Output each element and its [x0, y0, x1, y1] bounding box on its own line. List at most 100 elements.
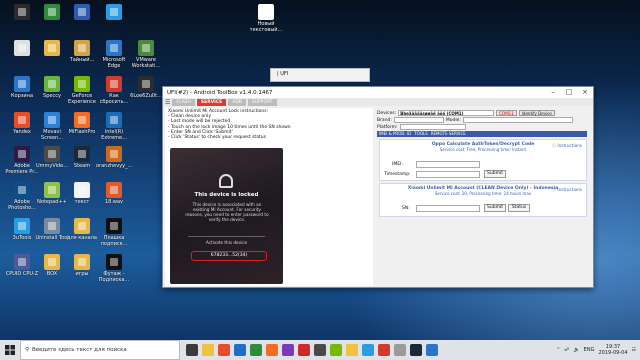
- status-button[interactable]: Status: [508, 204, 530, 212]
- taskbar-app-icon[interactable]: [410, 344, 422, 356]
- notifications-icon[interactable]: ☷: [632, 347, 636, 353]
- brand-select[interactable]: [393, 117, 444, 123]
- desktop-icon[interactable]: Как сбросить...: [96, 76, 132, 105]
- taskbar-app-icon[interactable]: [282, 344, 294, 356]
- subtab-remote-service[interactable]: REMOTE SERVICE: [431, 131, 466, 137]
- app-icon: [106, 146, 122, 162]
- desktop-icon[interactable]: Тайный...: [64, 40, 100, 63]
- identify-device-button[interactable]: Identify Device: [518, 110, 555, 116]
- clock[interactable]: 19:37 2019-09-04: [598, 344, 627, 356]
- desktop-icon[interactable]: 18.wav: [96, 182, 132, 205]
- app-icon: [74, 254, 90, 270]
- taskbar-app-icon[interactable]: [362, 344, 374, 356]
- com-port-select[interactable]: COM11: [496, 110, 517, 116]
- chevron-up-icon[interactable]: ⌃: [556, 347, 560, 353]
- desktop-icon-label: Intel(R) Extreme...: [101, 129, 127, 141]
- desktop-icon[interactable]: VMware Workstati...: [128, 40, 164, 69]
- tab-support[interactable]: SUPPORT: [247, 98, 277, 106]
- sn-label: SN:: [402, 206, 410, 211]
- phone-locked-description: This device is associated with an existi…: [185, 202, 269, 222]
- app-icon: [106, 254, 122, 270]
- taskbar-app-icon[interactable]: [234, 344, 246, 356]
- desktop-icon[interactable]: Steam: [64, 146, 100, 169]
- app-icon: [44, 76, 60, 92]
- oppo-service-card: Oppo Calculate AuthToken/Decrypt Code Se…: [379, 139, 587, 181]
- app-icon: [106, 40, 122, 56]
- desktop-icon[interactable]: Intel(R) Extreme...: [96, 112, 132, 141]
- taskbar-app-icon[interactable]: [266, 344, 278, 356]
- desktop-icon[interactable]: игры: [64, 254, 100, 277]
- desktop-icon[interactable]: [64, 4, 100, 21]
- app-icon: [14, 182, 30, 198]
- lock-icon[interactable]: [219, 174, 233, 188]
- devices-row: Devices: Bbeåãäãäsøøãé ãõó (COM1) COM11 …: [377, 110, 555, 116]
- subtab-tools[interactable]: TOOLS: [414, 131, 428, 137]
- app-icon: [44, 146, 60, 162]
- taskbar-app-icon[interactable]: [298, 344, 310, 356]
- app-icon: [106, 112, 122, 128]
- app-icon: [44, 254, 60, 270]
- xiaomi-instructions-link[interactable]: ⓘ Instructions: [552, 187, 582, 193]
- taskbar-app-icon[interactable]: [250, 344, 262, 356]
- main-tabs: ☰ FLASH SERVICE ADB SUPPORT: [163, 98, 593, 106]
- xiaomi-submit-button[interactable]: Submit: [484, 204, 506, 212]
- taskbar-search[interactable]: ⚲ Введите здесь текст для поиска: [20, 340, 180, 360]
- imei-input[interactable]: [416, 161, 480, 168]
- platform-select[interactable]: [399, 124, 466, 130]
- desktop-icon-label: Microsoft Edge: [102, 57, 126, 69]
- taskbar-app-icon[interactable]: [186, 344, 198, 356]
- oppo-submit-button[interactable]: Submit: [484, 170, 506, 178]
- app-icon: [14, 254, 30, 270]
- taskbar-app-icon[interactable]: [314, 344, 326, 356]
- devices-select[interactable]: Bbeåãäãäsøøãé ãõó (COM1): [398, 110, 495, 116]
- language-indicator[interactable]: ENG: [584, 347, 595, 353]
- minimize-button[interactable]: –: [545, 87, 561, 98]
- desktop-icon-label: MiFlashPro: [68, 129, 96, 135]
- subtab-imei[interactable]: IMEI & PROD. ID: [379, 131, 411, 137]
- desktop-icon[interactable]: Новый текстовый...: [248, 4, 284, 33]
- activate-device-label: Activate this device: [170, 236, 283, 245]
- model-label: Model:: [445, 117, 461, 123]
- desktop-icon-label: Тайный...: [69, 57, 95, 63]
- xiaomi-service-card: Xiaomi Unlimit Mi Account (CLEAN Device …: [379, 183, 587, 217]
- app-icon: [258, 4, 274, 20]
- tab-flash[interactable]: FLASH: [172, 98, 195, 106]
- system-tray: ⌃ ☍ 🔈 ENG 19:37 2019-09-04 ☷: [556, 340, 636, 360]
- close-button[interactable]: ×: [577, 87, 593, 98]
- network-icon[interactable]: ☍: [564, 347, 569, 353]
- desktop-icon[interactable]: oranzhevyy_...: [96, 146, 132, 169]
- model-select[interactable]: [462, 117, 573, 123]
- volume-icon[interactable]: 🔈: [573, 347, 579, 353]
- desktop-icon[interactable]: GeForce Experience: [64, 76, 100, 105]
- imei-label: IMEI:: [392, 162, 403, 167]
- sn-input[interactable]: [416, 205, 480, 212]
- desktop-icon[interactable]: Футаж - Подписка...: [96, 254, 132, 283]
- taskbar-app-icon[interactable]: [394, 344, 406, 356]
- desktop-icon[interactable]: Microsoft Edge: [96, 40, 132, 69]
- locked-phone-screenshot: This device is locked This device is ass…: [170, 148, 283, 284]
- taskbar-app-icon[interactable]: [346, 344, 358, 356]
- taskbar-app-icon[interactable]: [426, 344, 438, 356]
- taskbar: ⚲ Введите здесь текст для поиска ⌃ ☍ 🔈 E…: [0, 340, 640, 360]
- taskbar-app-icon[interactable]: [218, 344, 230, 356]
- desktop-icon[interactable]: [96, 4, 132, 21]
- tab-service[interactable]: SERVICE: [196, 98, 227, 106]
- desktop-icon[interactable]: Плашка подписк...: [96, 218, 132, 247]
- desktop-icon[interactable]: 6Loe6Zu0t...: [128, 76, 164, 99]
- app-icon: [44, 182, 60, 198]
- desktop-icon[interactable]: текст: [64, 182, 100, 205]
- app-icon: [14, 40, 30, 56]
- taskbar-app-icon[interactable]: [378, 344, 390, 356]
- devices-label: Devices:: [377, 110, 397, 116]
- start-button[interactable]: [0, 340, 20, 360]
- tab-adb[interactable]: ADB: [228, 98, 246, 106]
- timestamp-input[interactable]: [416, 171, 480, 178]
- taskbar-app-icon[interactable]: [330, 344, 342, 356]
- menu-icon[interactable]: ☰: [165, 99, 170, 106]
- maximize-button[interactable]: □: [561, 87, 577, 98]
- taskbar-app-icon[interactable]: [202, 344, 214, 356]
- oppo-instructions-link[interactable]: ⓘ Instructions: [552, 143, 582, 149]
- phone-locked-title: This device is locked: [194, 192, 259, 198]
- desktop-icon[interactable]: для канала: [64, 218, 100, 241]
- desktop-icon[interactable]: MiFlashPro: [64, 112, 100, 135]
